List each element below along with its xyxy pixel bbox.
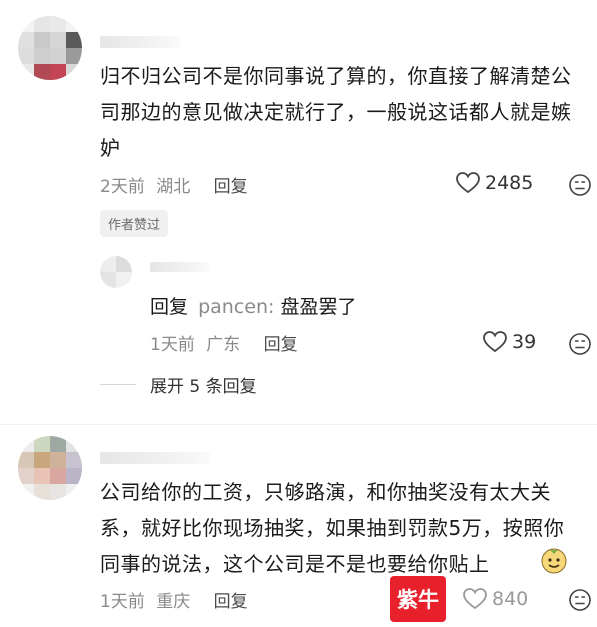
comment-time: 2天前 — [100, 177, 145, 197]
heart-icon — [456, 172, 480, 194]
emoji-icon — [541, 548, 567, 574]
sub-reply-like-count: 39 — [512, 331, 537, 353]
sub-reply-avatar[interactable] — [100, 256, 132, 288]
username-blurred[interactable] — [100, 36, 180, 48]
comment-1: 归不归公司不是你同事说了算的，你直接了解清楚公司那边的意见做决定就行了，一般说这… — [0, 0, 597, 420]
username-blurred[interactable] — [100, 452, 210, 464]
expand-replies-label[interactable]: 展开 5 条回复 — [150, 372, 257, 397]
reply-button[interactable]: 回复 — [214, 592, 248, 612]
comment-location: 重庆 — [156, 592, 191, 612]
comment-2: 公司给你的工资，只够路演，和你抽奖没有太大关系，就好比你现场抽奖，如果抽到罚款5… — [0, 430, 597, 627]
heart-icon — [483, 331, 507, 353]
comment-time: 1天前 — [100, 592, 145, 612]
sub-reply-to[interactable]: pancen: — [198, 296, 274, 318]
like-count: 2485 — [485, 172, 534, 194]
sub-reply-meta: 1天前 广东 回复 — [150, 330, 298, 355]
comment-location: 湖北 — [156, 177, 191, 197]
reply-button[interactable]: 回复 — [214, 177, 248, 197]
watermark-logo: 紫牛 — [390, 576, 446, 622]
sub-reply-time: 1天前 — [150, 335, 195, 355]
author-liked-badge: 作者赞过 — [100, 210, 169, 237]
comment-text: 公司给你的工资，只够路演，和你抽奖没有太大关系，就好比你现场抽奖，如果抽到罚款5… — [100, 480, 565, 576]
avatar[interactable] — [18, 16, 82, 80]
sub-reply-username-blurred[interactable] — [150, 262, 210, 272]
dislike-face-icon[interactable] — [568, 173, 592, 197]
sub-reply-like-button[interactable]: 39 — [482, 330, 536, 354]
sub-reply-text: 回复 pancen: 盘盈罢了 — [150, 292, 356, 319]
expand-line — [100, 384, 136, 385]
sub-reply-reply-button[interactable]: 回复 — [264, 335, 298, 355]
dislike-face-icon[interactable] — [568, 588, 592, 612]
comment-divider — [0, 424, 597, 425]
expand-replies[interactable]: 展开 5 条回复 — [100, 372, 257, 397]
heart-icon — [463, 588, 487, 610]
sub-reply-content: 盘盈罢了 — [280, 296, 357, 318]
dislike-face-icon[interactable] — [568, 332, 592, 356]
avatar[interactable] — [18, 436, 82, 500]
like-button[interactable]: 840 — [462, 587, 528, 611]
comment-text: 归不归公司不是你同事说了算的，你直接了解清楚公司那边的意见做决定就行了，一般说这… — [100, 64, 572, 160]
sub-reply-prefix: 回复 — [150, 296, 189, 318]
sub-reply-location: 广东 — [206, 335, 241, 355]
comment-meta: 1天前 重庆 回复 — [100, 587, 248, 612]
watermark-text: 紫牛 — [397, 588, 439, 612]
like-count: 840 — [492, 588, 529, 610]
comment-meta: 2天前 湖北 回复 — [100, 172, 248, 197]
like-button[interactable]: 2485 — [455, 171, 533, 195]
